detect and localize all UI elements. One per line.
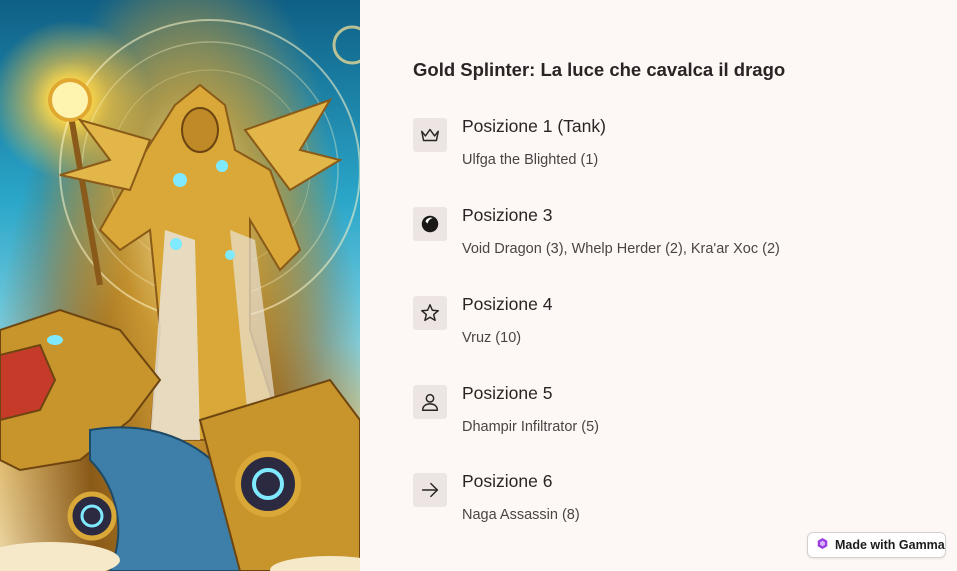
made-with-gamma-button[interactable]: Made with Gamma <box>807 532 946 558</box>
list-item-posizione-1: Posizione 1 (Tank) Ulfga the Blighted (1… <box>413 116 933 198</box>
badge-label: Made with Gamma <box>835 538 945 552</box>
dragon-rider-artwork <box>0 19 360 571</box>
gamma-logo-icon <box>817 538 828 552</box>
item-description: Naga Assassin (8) <box>462 507 580 523</box>
list-item-posizione-5: Posizione 5 Dhampir Infiltrator (5) <box>413 383 933 465</box>
item-description: Dhampir Infiltrator (5) <box>462 419 599 435</box>
list-item-posizione-4: Posizione 4 Vruz (10) <box>413 294 933 376</box>
person-icon <box>413 385 447 419</box>
item-description: Vruz (10) <box>462 330 522 346</box>
hero-illustration <box>0 0 360 571</box>
item-title: Posizione 6 <box>462 471 553 491</box>
item-title: Posizione 4 <box>462 294 553 314</box>
page-title: Gold Splinter: La luce che cavalca il dr… <box>413 59 786 80</box>
list-item-posizione-3: Posizione 3 Void Dragon (3), Whelp Herde… <box>413 205 933 287</box>
item-title: Posizione 3 <box>462 205 553 225</box>
item-title: Posizione 5 <box>462 383 553 403</box>
star-icon <box>413 296 447 330</box>
item-description: Void Dragon (3), Whelp Herder (2), Kra'a… <box>462 241 780 257</box>
arrow-right-icon <box>413 473 447 507</box>
moon-icon <box>413 207 447 241</box>
item-description: Ulfga the Blighted (1) <box>462 152 599 168</box>
item-title: Posizione 1 (Tank) <box>462 116 606 136</box>
crown-icon <box>413 118 447 152</box>
